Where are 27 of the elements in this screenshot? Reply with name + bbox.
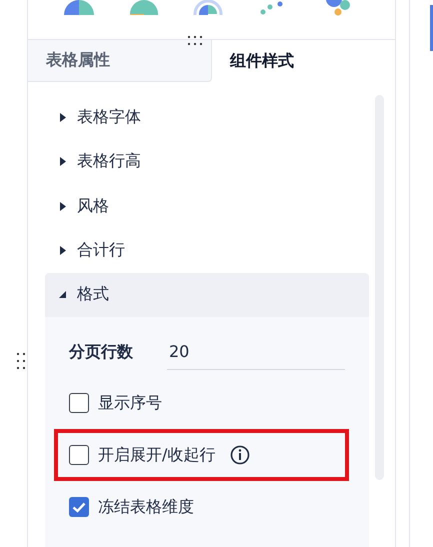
caret-icon [59,290,67,300]
section-header[interactable]: 表格行高 [45,139,369,184]
checkbox-label: 冻结表格维度 [98,496,194,518]
drag-handle-icon[interactable] [186,34,204,48]
checkbox-label: 显示序号 [98,392,162,414]
pie-chart-icon[interactable] [130,0,158,15]
section-header[interactable]: 风格 [45,184,369,228]
checkbox[interactable] [69,497,89,518]
section-header[interactable]: 格式 [45,272,369,318]
checkmark-icon [72,502,86,513]
caret-icon [59,157,67,166]
section-header[interactable]: 合计行 [45,228,369,273]
field-label: 分页行数 [69,342,134,363]
input-field[interactable]: 20 [167,334,345,370]
scrollbar-thumb[interactable] [430,5,433,51]
caret-icon [59,202,67,211]
drag-handle-icon[interactable] [15,351,27,372]
checkbox[interactable] [69,393,89,414]
caret-icon [59,246,67,255]
caret-icon [59,112,67,122]
checkbox-label: 开启展开/收起行 [98,444,216,466]
donut-chart-icon[interactable] [193,0,224,15]
checkbox[interactable] [69,445,89,466]
pie-chart-icon[interactable] [64,0,94,15]
info-icon[interactable] [230,445,250,466]
tab[interactable]: 表格属性 [28,40,212,82]
section-header[interactable]: 表格字体 [45,95,369,140]
